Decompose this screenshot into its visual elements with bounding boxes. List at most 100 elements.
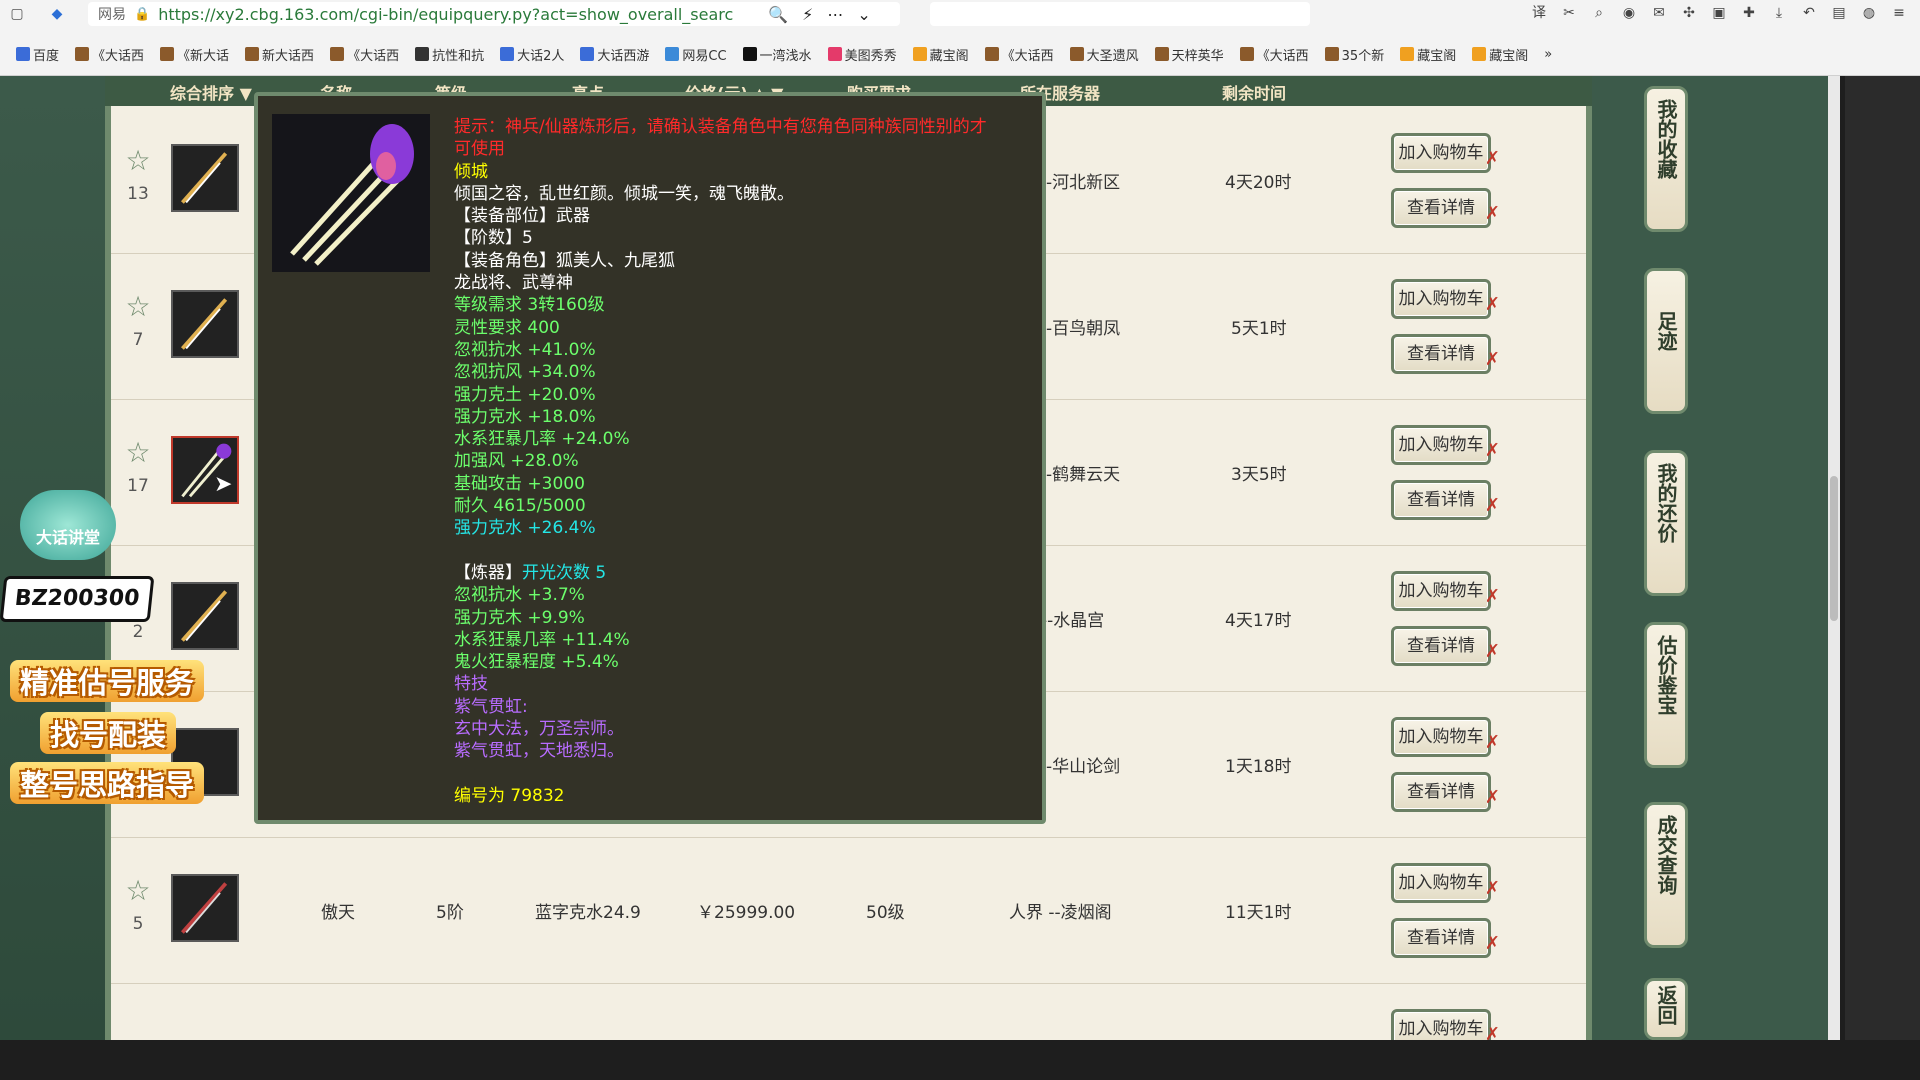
ad-code: BZ200300 <box>0 576 155 622</box>
ai-icon[interactable]: ◆ <box>46 3 68 25</box>
roles-line-2: 龙战将、武尊神 <box>454 273 573 294</box>
search-box[interactable] <box>930 2 1310 26</box>
requirement-cell: 50级 <box>866 903 905 923</box>
browser-toolbar: ▢ ◆ 网易 🔒 https://xy2.cbg.163.com/cgi-bin… <box>0 0 1920 28</box>
wallet-icon[interactable]: ▤ <box>1828 2 1850 24</box>
tab-overview-icon[interactable]: ▢ <box>6 3 28 25</box>
bookmark-7[interactable]: 大话西游 <box>574 45 655 64</box>
header-sort[interactable]: 综合排序 ▼ <box>170 80 252 104</box>
time-cell: 4天20时 <box>1225 173 1292 193</box>
view-detail-button[interactable]: 查看详情 ✗ <box>1391 334 1500 374</box>
apps-icon[interactable]: ✣ <box>1678 2 1700 24</box>
appraise-tab[interactable]: 估价鉴宝 <box>1644 622 1688 768</box>
star-icon[interactable]: ☆ <box>123 146 153 176</box>
add-to-cart-button[interactable]: 加入购物车 ✗ <box>1391 133 1500 173</box>
add-to-cart-button[interactable]: 加入购物车 ✗ <box>1391 571 1500 611</box>
add-to-cart-button[interactable]: 加入购物车 ✗ <box>1391 425 1500 465</box>
scissors-icon[interactable]: ✂ <box>1558 2 1580 24</box>
extension-icons: 译 ✂ ⌕ ◉ ✉ ✣ ▣ ✚ ⤓ ↶ ▤ ◍ ≡ <box>1528 2 1910 24</box>
bookmark-18[interactable]: 藏宝阁 <box>1466 45 1534 64</box>
time-cell: 4天17时 <box>1225 611 1292 631</box>
more-icon[interactable]: ⋯ <box>827 5 843 24</box>
find-icon[interactable]: ⌕ <box>1588 2 1610 24</box>
scrollbar-thumb[interactable] <box>1830 476 1838 621</box>
mail-icon[interactable]: ✉ <box>1648 2 1670 24</box>
add-to-cart-button[interactable]: 加入购物车 ✗ <box>1391 717 1500 757</box>
bookmark-12[interactable]: 《大话西 <box>979 45 1060 64</box>
my-favorites-tab[interactable]: 我的收藏 <box>1644 86 1688 232</box>
bookmark-9[interactable]: 一湾浅水 <box>737 45 818 64</box>
star-icon[interactable]: ☆ <box>123 292 153 322</box>
ad-line-1: 精准估号服务 <box>10 660 205 702</box>
skill-description: 玄中大法，万圣宗师。 <box>454 719 624 740</box>
bookmark-3[interactable]: 新大话西 <box>239 45 320 64</box>
favorite-count: 13 <box>127 184 149 204</box>
view-detail-button[interactable]: 查看详情 ✗ <box>1391 918 1500 958</box>
refine-stat: 忽视抗水 +3.7% <box>454 585 585 606</box>
bookmark-10[interactable]: 美图秀秀 <box>822 45 903 64</box>
record-icon[interactable]: ◉ <box>1618 2 1640 24</box>
zoom-icon[interactable]: 🔍 <box>768 5 788 24</box>
ad-badge: 大话讲堂 <box>20 490 116 560</box>
add-to-cart-button[interactable]: 加入购物车 ✗ <box>1391 279 1500 319</box>
translate-icon[interactable]: 译 <box>1528 2 1550 24</box>
item-thumbnail[interactable] <box>171 874 239 942</box>
item-tooltip: 提示：神兵/仙器炼形后，请确认装备角色中有您角色同种族同性别的才可使用 倾城 倾… <box>254 92 1046 824</box>
url-text[interactable]: https://xy2.cbg.163.com/cgi-bin/equipque… <box>158 5 758 24</box>
bookmark-2[interactable]: 《新大话 <box>154 45 235 64</box>
add-to-cart-button[interactable]: 加入购物车 ✗ <box>1391 863 1500 903</box>
more-bookmarks-icon[interactable]: » <box>1538 47 1558 62</box>
chevron-down-icon[interactable]: ⌄ <box>857 5 870 24</box>
bookmark-11[interactable]: 藏宝阁 <box>907 45 975 64</box>
close-icon: ✗ <box>1484 586 1500 607</box>
favorite-count: 7 <box>132 330 144 350</box>
lightning-icon[interactable]: ⚡ <box>802 5 813 24</box>
name-cell[interactable]: 傲天 <box>321 898 355 923</box>
deal-query-tab[interactable]: 成交查询 <box>1644 802 1688 948</box>
footprint-tab[interactable]: 足迹 <box>1644 268 1688 414</box>
address-bar[interactable]: 网易 🔒 https://xy2.cbg.163.com/cgi-bin/equ… <box>88 2 900 26</box>
level-requirement: 等级需求 3转160级 <box>454 295 605 316</box>
download-icon[interactable]: ⤓ <box>1768 2 1790 24</box>
scrollbar[interactable] <box>1828 76 1840 1040</box>
item-thumbnail[interactable] <box>171 290 239 358</box>
bookmark-16[interactable]: 35个新 <box>1319 45 1391 64</box>
server-cell: --水晶宫 <box>1041 611 1105 631</box>
bookmark-8[interactable]: 网易CC <box>659 45 732 64</box>
stat-line: 强力克水 +18.0% <box>454 406 596 427</box>
skill-label: 特技 <box>454 674 488 695</box>
spirit-requirement: 灵性要求 400 <box>454 317 560 338</box>
item-thumbnail[interactable] <box>171 144 239 212</box>
close-icon: ✗ <box>1484 148 1500 169</box>
stat-line: 忽视抗风 +34.0% <box>454 362 596 383</box>
menu-icon[interactable]: ≡ <box>1888 2 1910 24</box>
bookmark-4[interactable]: 《大话西 <box>324 45 405 64</box>
star-icon[interactable]: ☆ <box>123 438 153 468</box>
add-to-cart-button[interactable]: 加入购物车 ✗ <box>1391 1009 1500 1040</box>
undo-icon[interactable]: ↶ <box>1798 2 1820 24</box>
window-icon[interactable]: ▣ <box>1708 2 1730 24</box>
view-detail-button[interactable]: 查看详情 ✗ <box>1391 626 1500 666</box>
roles-line: 【装备角色】狐美人、九尾狐 <box>454 250 675 271</box>
my-counteroffer-tab[interactable]: 我的还价 <box>1644 450 1688 596</box>
back-tab[interactable]: 返回 <box>1644 978 1688 1040</box>
bookmark-6[interactable]: 大话2人 <box>494 45 570 64</box>
view-detail-button[interactable]: 查看详情 ✗ <box>1391 480 1500 520</box>
bookmark-5[interactable]: 抗性和抗 <box>409 45 490 64</box>
mouse-cursor-icon: ➤ <box>214 472 233 497</box>
bookmark-0[interactable]: 百度 <box>10 45 65 64</box>
ad-overlay[interactable]: 大话讲堂 BZ200300 精准估号服务 找号配装 整号思路指导 <box>0 470 260 850</box>
bookmark-1[interactable]: 《大话西 <box>69 45 150 64</box>
avatar-icon[interactable]: ◍ <box>1858 2 1880 24</box>
bookmark-17[interactable]: 藏宝阁 <box>1394 45 1462 64</box>
bookmark-14[interactable]: 天梓英华 <box>1149 45 1230 64</box>
star-icon[interactable]: ☆ <box>123 876 153 906</box>
blue-stat-line: 强力克水 +26.4% <box>454 518 596 539</box>
bookmark-13[interactable]: 大圣遗风 <box>1064 45 1145 64</box>
view-detail-button[interactable]: 查看详情 ✗ <box>1391 188 1500 228</box>
view-detail-button[interactable]: 查看详情 ✗ <box>1391 772 1500 812</box>
puzzle-icon[interactable]: ✚ <box>1738 2 1760 24</box>
bookmark-15[interactable]: 《大话西 <box>1234 45 1315 64</box>
header-time[interactable]: 剩余时间 <box>1222 80 1286 104</box>
